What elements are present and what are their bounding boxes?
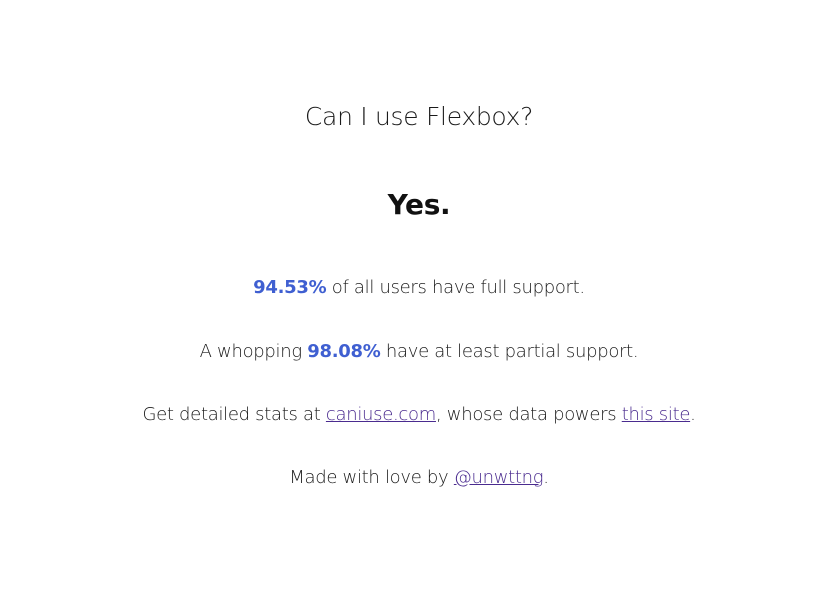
full-support-percent: 94.53%	[253, 277, 327, 298]
partial-support-line: A whopping 98.08% have at least partial …	[0, 341, 838, 362]
full-support-line: 94.53% of all users have full support.	[0, 277, 838, 298]
this-site-link[interactable]: this site	[622, 404, 691, 425]
page-answer: Yes.	[387, 188, 451, 221]
stats-line: Get detailed stats at caniuse.com, whose…	[0, 404, 838, 425]
partial-support-percent: 98.08%	[307, 341, 381, 362]
stats-prefix: Get detailed stats at	[142, 404, 326, 425]
caniuse-link[interactable]: caniuse.com	[326, 404, 436, 425]
stats-suffix: .	[690, 404, 696, 425]
full-support-text: of all users have full support.	[326, 277, 585, 298]
credit-line: Made with love by @unwttng.	[0, 467, 838, 488]
page-question: Can I use Flexbox?	[304, 102, 534, 131]
author-link[interactable]: @unwttng	[454, 467, 544, 488]
partial-support-text: have at least partial support.	[380, 341, 639, 362]
partial-support-prefix: A whopping	[199, 341, 308, 362]
stats-middle: , whose data powers	[435, 404, 622, 425]
credit-suffix: .	[543, 467, 549, 488]
credit-prefix: Made with love by	[289, 467, 454, 488]
